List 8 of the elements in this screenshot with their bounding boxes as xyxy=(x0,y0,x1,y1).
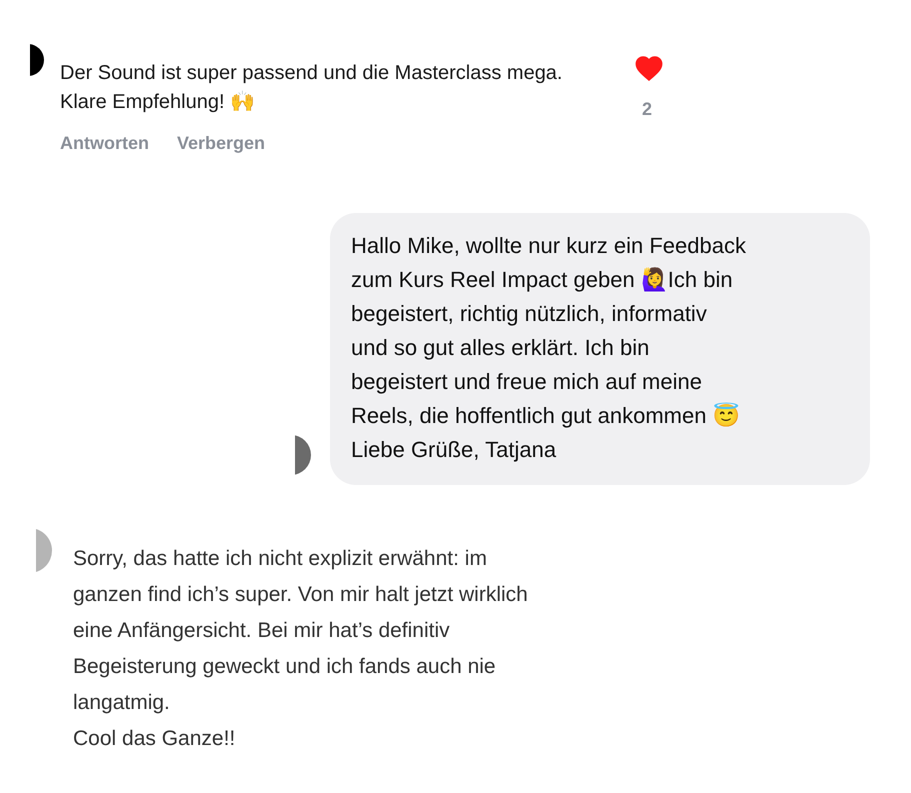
comment-text: Der Sound ist super passend und die Masterclass mega. Klare Empfehlung! 🙌 xyxy=(60,61,564,115)
like-count: 2 xyxy=(642,98,652,121)
avatar xyxy=(30,44,44,76)
reply-action[interactable]: Antworten xyxy=(60,130,149,157)
hide-action[interactable]: Verbergen xyxy=(177,130,266,157)
heart-icon[interactable] xyxy=(635,56,663,81)
comment-text: Sorry, das hatte ich nicht explizit erwähnt: im ganzen find ich’s super. Von mir halt jetzt wirklich eine Anfängersicht. Bei mir hat’s definitiv Begeisterung geweckt und ich fands auch nie langatmig. Cool das Ganze!! xyxy=(73,546,528,752)
message-text: Hallo Mike, wollte nur kurz ein Feedback zum Kurs Reel Impact geben 🙋‍♀Ich bin begeistert, richtig nützlich, informativ und so gut alles erklärt. Ich bin begeistert und freue mich auf meine Reels, die hoffentlich gut ankommen 😇 Liebe Grüße, Tatjana xyxy=(351,232,747,464)
